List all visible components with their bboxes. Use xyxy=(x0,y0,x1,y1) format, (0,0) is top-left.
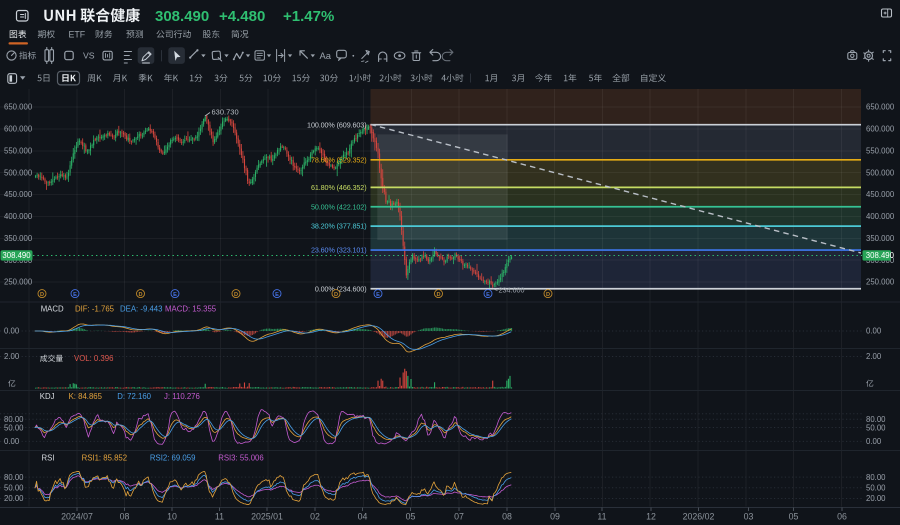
svg-text:600.000: 600.000 xyxy=(866,125,895,134)
svg-text:12: 12 xyxy=(646,512,656,522)
svg-text:02: 02 xyxy=(310,512,320,522)
svg-text:600.000: 600.000 xyxy=(4,125,33,134)
svg-text:2025/01: 2025/01 xyxy=(251,512,283,522)
svg-text:D: D xyxy=(436,292,440,298)
svg-text:08: 08 xyxy=(502,512,512,522)
svg-text:RSI1: 85.852: RSI1: 85.852 xyxy=(82,454,128,463)
svg-text:23.60% (323.101): 23.60% (323.101) xyxy=(311,246,367,255)
svg-text:50.00% (422.102): 50.00% (422.102) xyxy=(311,202,367,211)
svg-text:D: D xyxy=(546,292,550,298)
svg-text:RSI: RSI xyxy=(42,454,55,463)
svg-text:D: 72.160: D: 72.160 xyxy=(117,392,151,401)
svg-text:DEA: -9.443: DEA: -9.443 xyxy=(120,305,162,314)
svg-text:250.000: 250.000 xyxy=(4,278,33,287)
svg-text:09: 09 xyxy=(550,512,560,522)
svg-text:308.490: 308.490 xyxy=(866,251,895,260)
svg-text:MACD: 15.355: MACD: 15.355 xyxy=(165,305,217,314)
svg-text:RSI3: 55.006: RSI3: 55.006 xyxy=(218,454,264,463)
svg-text:0.00: 0.00 xyxy=(866,437,882,446)
svg-text:78.60% (529.352): 78.60% (529.352) xyxy=(311,155,367,164)
svg-text:550.000: 550.000 xyxy=(4,146,33,155)
svg-text:MACD: MACD xyxy=(41,305,64,314)
svg-text:2024/07: 2024/07 xyxy=(61,512,93,522)
svg-text:630.730: 630.730 xyxy=(212,108,239,117)
svg-text:+1.47%: +1.47% xyxy=(283,8,334,25)
svg-text:K: 84.865: K: 84.865 xyxy=(69,392,103,401)
svg-text:100.00% (609.603): 100.00% (609.603) xyxy=(307,120,366,129)
svg-text:+4.480: +4.480 xyxy=(219,8,265,25)
svg-text:0.00: 0.00 xyxy=(866,327,882,336)
svg-text:D: D xyxy=(40,292,44,298)
svg-text:234.600: 234.600 xyxy=(499,286,525,295)
svg-text:350.000: 350.000 xyxy=(866,234,895,243)
svg-text:80.00: 80.00 xyxy=(866,473,886,482)
svg-text:2026/02: 2026/02 xyxy=(683,512,715,522)
svg-text:VOL: 0.396: VOL: 0.396 xyxy=(74,354,113,363)
svg-text:E: E xyxy=(275,292,279,298)
svg-text:E: E xyxy=(73,292,77,298)
svg-text:80.00: 80.00 xyxy=(4,473,24,482)
svg-text:VS: VS xyxy=(83,51,95,61)
svg-text:650.000: 650.000 xyxy=(866,103,895,112)
svg-text:KDJ: KDJ xyxy=(40,392,55,401)
svg-text:Aa: Aa xyxy=(320,50,332,61)
svg-text:0.00: 0.00 xyxy=(4,327,20,336)
svg-text:10: 10 xyxy=(167,512,177,522)
svg-text:550.000: 550.000 xyxy=(866,146,895,155)
svg-text:38.20% (377.851): 38.20% (377.851) xyxy=(311,222,367,231)
svg-text:E: E xyxy=(173,292,177,298)
svg-text:03: 03 xyxy=(744,512,754,522)
svg-text:04: 04 xyxy=(358,512,368,522)
svg-text:50.00: 50.00 xyxy=(4,484,24,493)
svg-text:D: D xyxy=(334,292,338,298)
svg-text:20.00: 20.00 xyxy=(4,494,24,503)
svg-text:650.000: 650.000 xyxy=(4,103,33,112)
svg-text:D: D xyxy=(234,292,238,298)
svg-text:308.490: 308.490 xyxy=(2,251,31,260)
svg-text:05: 05 xyxy=(406,512,416,522)
svg-text:11: 11 xyxy=(597,512,606,522)
svg-text:E: E xyxy=(486,292,490,298)
svg-text:61.80% (466.352): 61.80% (466.352) xyxy=(311,183,367,192)
svg-text:500.000: 500.000 xyxy=(4,168,33,177)
svg-text:05: 05 xyxy=(789,512,799,522)
svg-text:308.490: 308.490 xyxy=(155,8,209,25)
svg-text:2.00: 2.00 xyxy=(866,352,882,361)
svg-text:450.000: 450.000 xyxy=(4,190,33,199)
svg-text:50.00: 50.00 xyxy=(4,423,24,432)
svg-text:450.000: 450.000 xyxy=(866,190,895,199)
svg-text:50.00: 50.00 xyxy=(866,484,886,493)
svg-text:ETF: ETF xyxy=(69,29,86,39)
svg-text:D: D xyxy=(138,292,142,298)
svg-text:RSI2: 69.059: RSI2: 69.059 xyxy=(150,454,196,463)
svg-text:350.000: 350.000 xyxy=(4,234,33,243)
svg-text:400.000: 400.000 xyxy=(866,212,895,221)
svg-text:E: E xyxy=(376,292,380,298)
svg-text:0.00% (234.600): 0.00% (234.600) xyxy=(315,284,367,293)
svg-text:06: 06 xyxy=(837,512,847,522)
svg-text:50.00: 50.00 xyxy=(866,423,886,432)
svg-text:DIF: -1.765: DIF: -1.765 xyxy=(75,305,115,314)
svg-text:0.00: 0.00 xyxy=(4,437,20,446)
svg-text:07: 07 xyxy=(454,512,464,522)
svg-text:08: 08 xyxy=(120,512,130,522)
svg-text:11: 11 xyxy=(215,512,224,522)
svg-text:2.00: 2.00 xyxy=(4,352,20,361)
svg-text:400.000: 400.000 xyxy=(4,212,33,221)
svg-text:500.000: 500.000 xyxy=(866,168,895,177)
svg-text:J: 110.276: J: 110.276 xyxy=(164,392,200,401)
svg-text:250.000: 250.000 xyxy=(866,278,895,287)
svg-text:20.00: 20.00 xyxy=(866,494,886,503)
